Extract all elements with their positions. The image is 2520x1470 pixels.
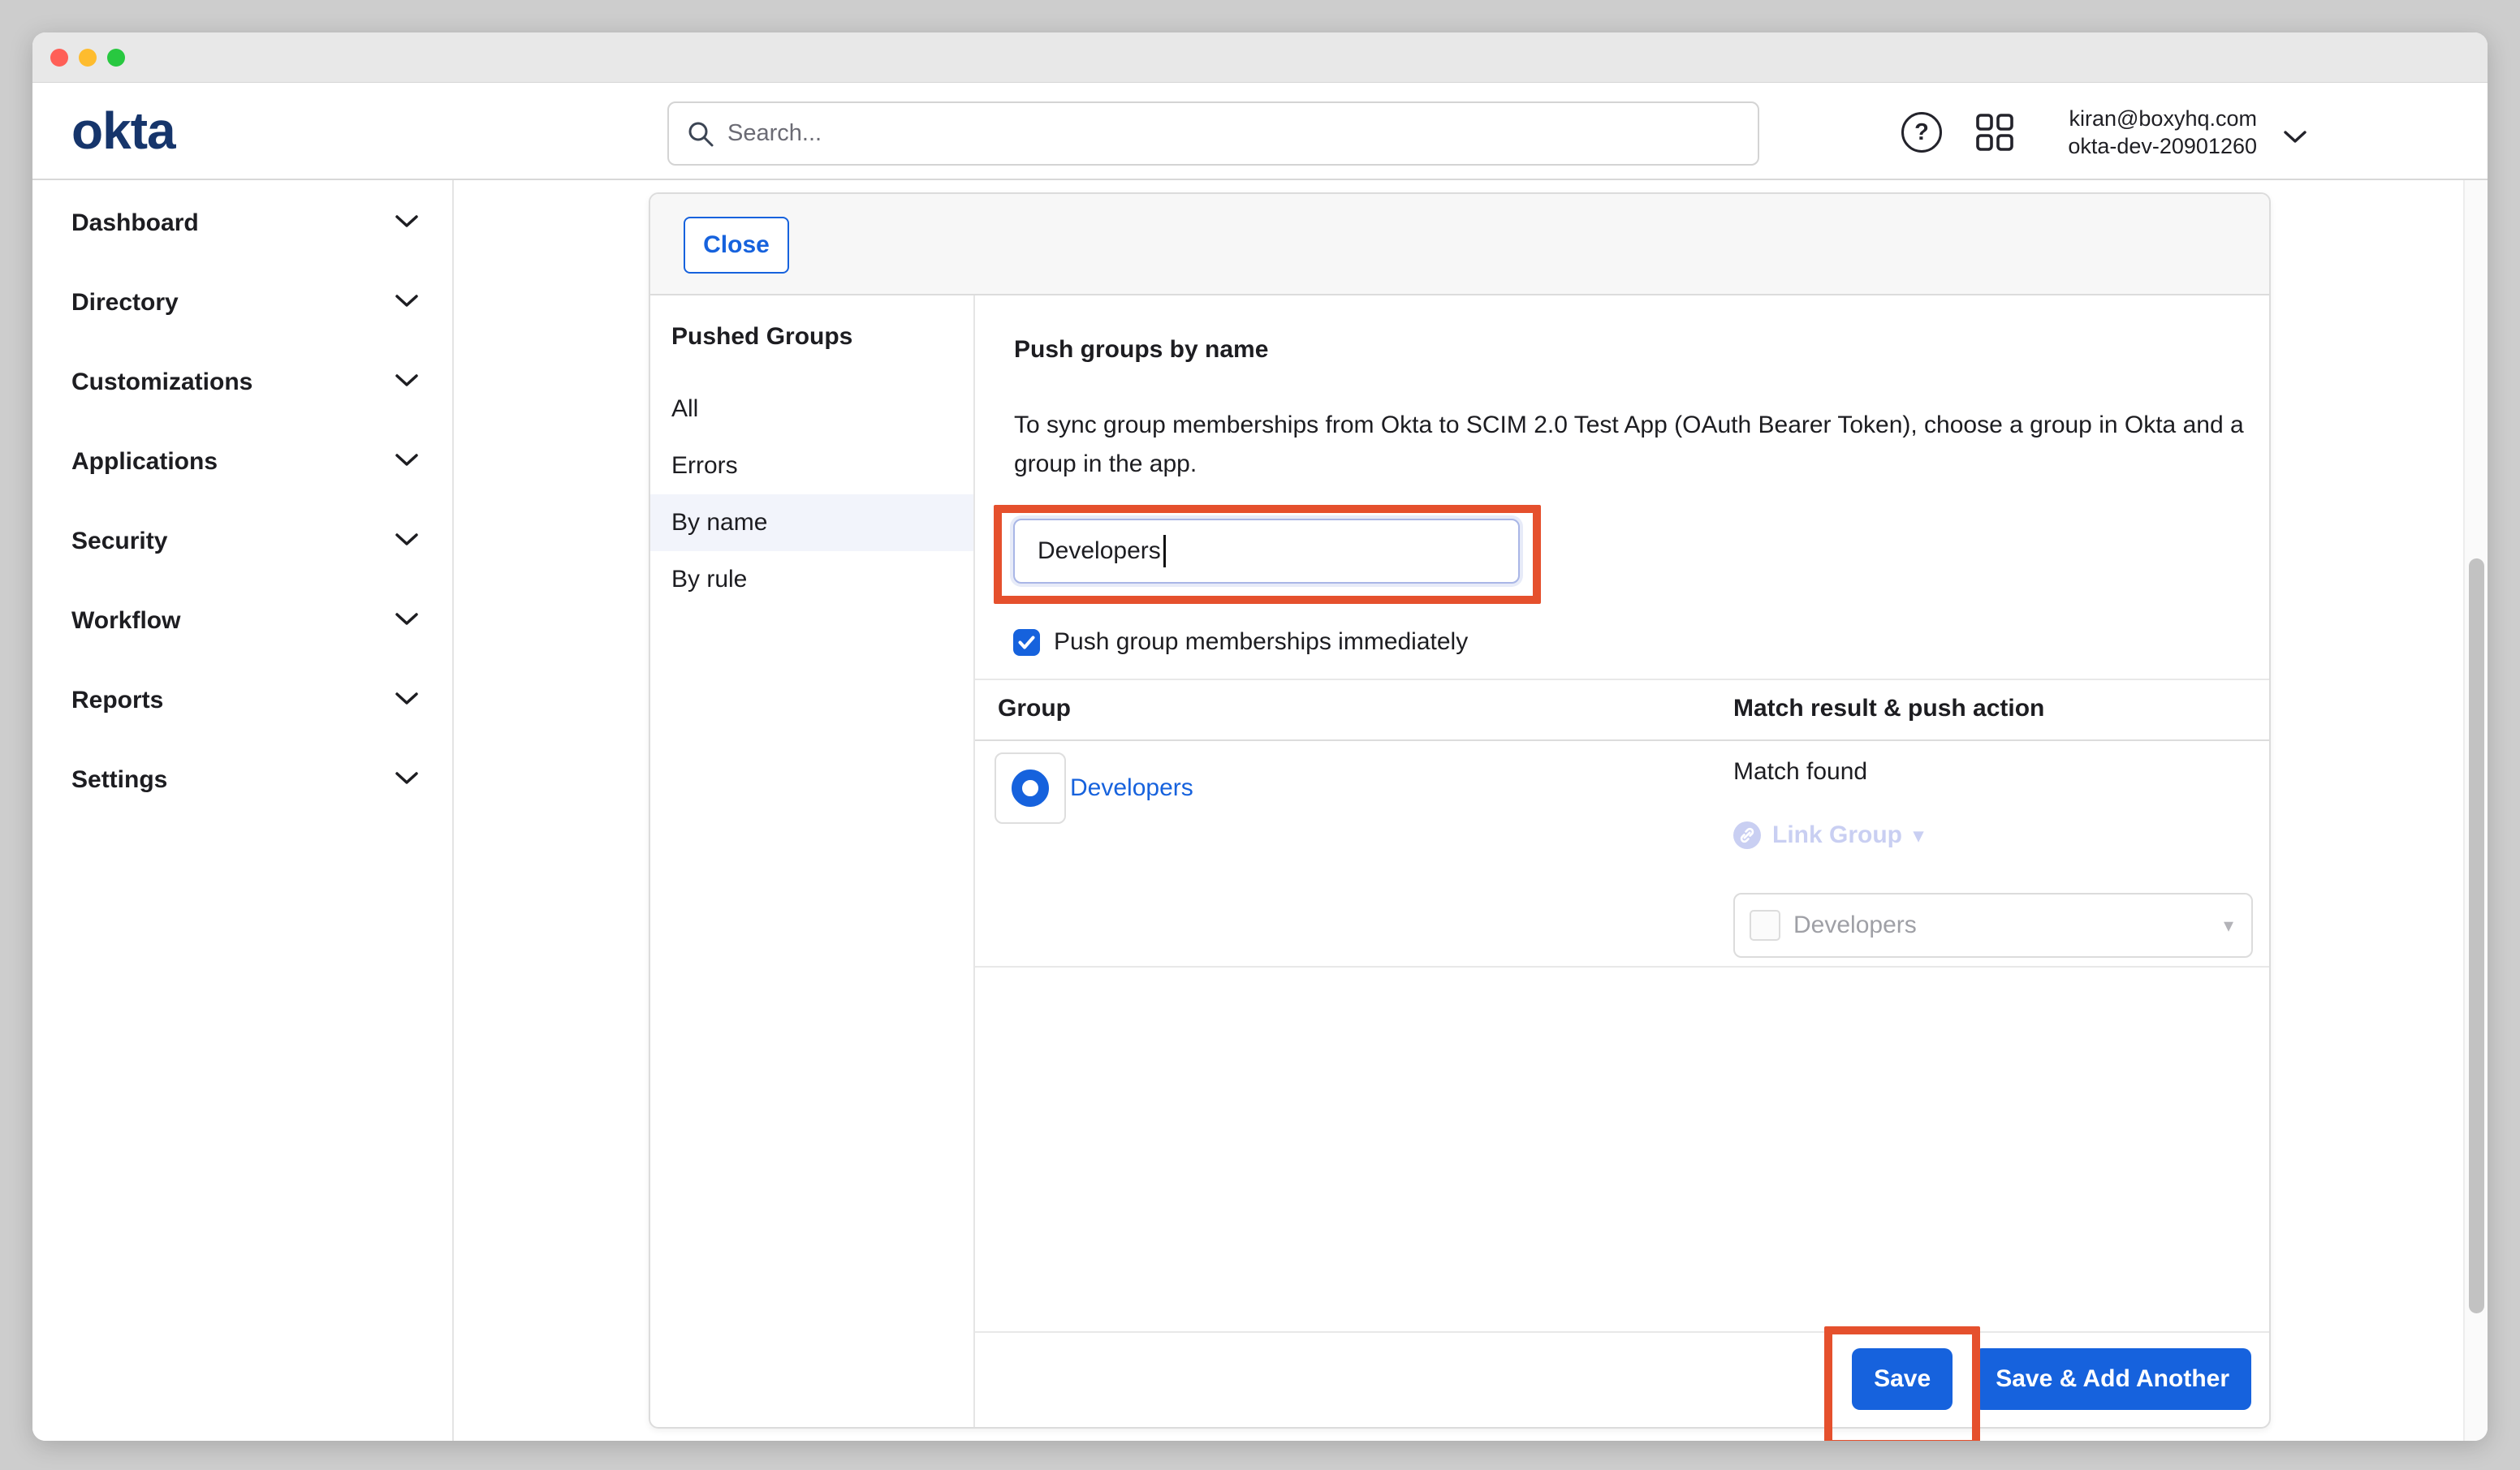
search-icon [687,120,714,148]
sidebar-item-reports[interactable]: Reports [32,661,452,740]
checkmark-icon [1017,635,1036,650]
link-icon [1733,821,1761,849]
maximize-window-button[interactable] [107,49,125,67]
chevron-down-icon [395,295,418,312]
chevron-down-icon [395,533,418,550]
app-header: okta ? kiran@boxyhq.com okta [32,83,2488,180]
link-group-label: Link Group [1772,821,1902,849]
panel-content: Push groups by name To sync group member… [975,295,2269,1427]
user-menu[interactable]: kiran@boxyhq.com okta-dev-20901260 [2013,105,2257,160]
description-text: To sync group memberships from Okta to S… [1014,406,2244,484]
scrollbar-thumb[interactable] [2469,558,2484,1313]
close-window-button[interactable] [50,49,68,67]
sidebar-item-directory[interactable]: Directory [32,263,452,343]
subnav-item-by-name[interactable]: By name [650,494,973,551]
group-name-input[interactable]: Developers [1013,519,1520,584]
target-group-value: Developers [1793,912,1917,939]
subnav-item-all[interactable]: All [650,381,973,438]
user-email: kiran@boxyhq.com [2013,105,2257,132]
subnav-item-by-rule[interactable]: By rule [650,551,973,608]
titlebar [32,32,2488,83]
divider [975,966,2269,968]
link-group-dropdown[interactable]: Link Group ▾ [1733,821,1923,849]
chevron-down-icon [395,613,418,630]
chevron-down-icon [395,692,418,709]
caret-down-icon: ▾ [1914,824,1923,847]
subnav-heading: Pushed Groups [650,295,973,356]
group-name-link[interactable]: Developers [1070,774,1193,802]
chevron-down-icon [395,374,418,391]
divider [975,679,2269,680]
minimize-window-button[interactable] [79,49,97,67]
group-icon [1012,769,1049,807]
divider [975,739,2269,741]
save-add-another-button[interactable]: Save & Add Another [1974,1348,2251,1410]
chevron-down-icon [395,772,418,789]
caret-down-icon: ▾ [2224,914,2233,938]
group-avatar [995,752,1066,824]
okta-logo[interactable]: okta [71,101,175,161]
help-icon[interactable]: ? [1901,112,1942,153]
pushed-groups-subnav: Pushed Groups All Errors By name By rule [650,295,975,1427]
search-bar[interactable] [667,101,1759,166]
push-immediately-checkbox[interactable] [1013,629,1040,656]
page-title: Push groups by name [1014,336,1268,364]
target-group-select[interactable]: Developers ▾ [1733,893,2253,958]
save-button[interactable]: Save [1852,1348,1953,1410]
chevron-down-icon [395,215,418,232]
group-placeholder-icon [1750,910,1780,941]
column-header-group: Group [998,695,1071,722]
app-window: okta ? kiran@boxyhq.com okta [32,32,2488,1441]
apps-grid-icon[interactable] [1974,112,2015,157]
panel-topbar: Close [650,194,2269,295]
text-cursor [1163,535,1166,567]
panel-footer: Save Save & Add Another [975,1331,2269,1427]
column-header-match: Match result & push action [1733,695,2044,722]
match-status: Match found [1733,758,1867,786]
sidebar-item-dashboard[interactable]: Dashboard [32,183,452,263]
subnav-item-errors[interactable]: Errors [650,438,973,494]
push-groups-panel: Close Pushed Groups All Errors By name B… [649,192,2271,1429]
help-glyph: ? [1914,119,1929,146]
sidebar-item-customizations[interactable]: Customizations [32,343,452,422]
user-org: okta-dev-20901260 [2013,132,2257,160]
sidebar-item-settings[interactable]: Settings [32,740,452,820]
search-input[interactable] [727,120,1758,147]
sidebar-item-applications[interactable]: Applications [32,422,452,502]
sidebar-item-security[interactable]: Security [32,502,452,581]
chevron-down-icon[interactable] [2283,130,2307,149]
main-body: Dashboard Directory Customizations Appli… [32,180,2488,1441]
chevron-down-icon [395,454,418,471]
sidebar-item-workflow[interactable]: Workflow [32,581,452,661]
sidebar: Dashboard Directory Customizations Appli… [32,180,454,1441]
checkbox-label: Push group memberships immediately [1054,628,1468,656]
scrollbar-track[interactable] [2463,180,2488,1441]
close-button[interactable]: Close [684,217,789,274]
